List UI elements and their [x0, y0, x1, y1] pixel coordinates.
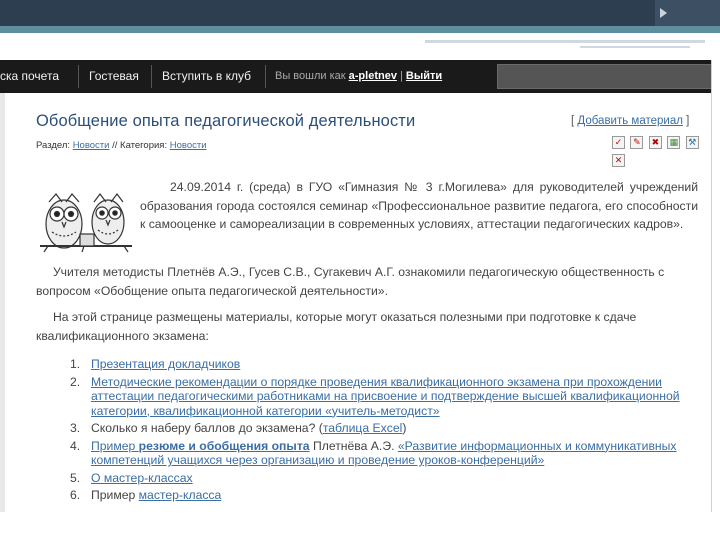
logout-link[interactable]: Выйти — [406, 70, 442, 82]
login-status: Вы вошли как a-pletnev | Выйти — [275, 60, 442, 93]
admin-toolbar: ✓ ✎ ✖ ▦ ⚒ ✕ — [612, 136, 711, 167]
nav-divider — [151, 65, 152, 88]
nav-divider — [265, 65, 266, 88]
list-item: 2. Методические рекомендации о порядке п… — [70, 375, 700, 419]
page-title: Обобщение опыта педагогической деятельно… — [36, 112, 416, 130]
owls-illustration — [40, 193, 132, 253]
chart-icon[interactable]: ▦ — [667, 136, 681, 149]
close-icon[interactable]: ✕ — [612, 154, 625, 167]
login-status-prefix: Вы вошли как — [275, 70, 346, 82]
intro-paragraph: 24.09.2014 г. (среда) в ГУО «Гимназия № … — [140, 178, 698, 234]
breadcrumb-section-link[interactable]: Новости — [73, 140, 110, 151]
breadcrumb-category-label: Категория: — [120, 140, 168, 151]
list-item: 4. Пример резюме и обобщения опыта Плетн… — [70, 439, 700, 468]
materials-list: 1. Презентация докладчиков 2. Методическ… — [70, 357, 700, 506]
add-material: [ Добавить материал ] — [571, 115, 689, 127]
guidelines-link[interactable]: Методические рекомендации о порядке пров… — [91, 375, 680, 418]
list-number: 2. — [70, 374, 81, 389]
list-number: 4. — [70, 438, 81, 453]
list-item: 5. О мастер-классах — [70, 471, 700, 486]
slide-header-stripe — [0, 26, 720, 33]
slide-decor-line — [580, 46, 690, 48]
score-question-close: ) — [402, 421, 407, 435]
edit-icon[interactable]: ✎ — [630, 136, 644, 149]
intro-text: 24.09.2014 г. (среда) в ГУО «Гимназия № … — [140, 180, 698, 231]
teachers-paragraph: Учителя методисты Плетнёв А.Э., Гусев С.… — [36, 263, 698, 300]
nav-item-join-club[interactable]: Вступить в клуб — [162, 60, 251, 93]
top-navbar: ска почета Гостевая Вступить в клуб Вы в… — [0, 60, 711, 93]
breadcrumb-category-link[interactable]: Новости — [170, 140, 207, 151]
left-border — [0, 93, 5, 512]
presentation-link[interactable]: Презентация докладчиков — [91, 357, 240, 371]
breadcrumb-divider: // — [112, 140, 118, 151]
list-number: 3. — [70, 421, 81, 435]
list-item: 3. Сколько я наберу баллов до экзамена? … — [70, 421, 700, 436]
nav-item-guestbook[interactable]: Гостевая — [89, 60, 139, 93]
search-box[interactable] — [497, 64, 711, 89]
example-link-prefix: Пример — [91, 438, 139, 453]
materials-intro-text: На этой странице размещены материалы, ко… — [36, 310, 637, 343]
teachers-text: Учителя методисты Плетнёв А.Э., Гусев С.… — [36, 265, 665, 298]
nav-item-honor-board[interactable]: ска почета — [0, 60, 59, 93]
delete-icon[interactable]: ✖ — [648, 136, 662, 149]
example-text: Пример — [91, 488, 139, 502]
resume-link-bold: резюме и обобщения опыта — [138, 438, 310, 453]
list-item: 1. Презентация докладчиков — [70, 357, 700, 372]
slide-header-bar — [0, 0, 720, 26]
author-text: Плетнёва А.Э. — [309, 438, 398, 453]
user-link[interactable]: a-pletnev — [349, 70, 397, 82]
breadcrumb-section-label: Раздел: — [36, 140, 71, 151]
breadcrumb: Раздел: Новости // Категория: Новости — [36, 140, 207, 151]
wrench-icon[interactable]: ⚒ — [685, 136, 699, 149]
score-question-text: Сколько я наберу баллов до экзамена? ( — [91, 421, 323, 435]
excel-table-link[interactable]: таблица Excel — [323, 421, 403, 435]
list-number: 5. — [70, 470, 81, 485]
list-number: 6. — [70, 488, 81, 502]
master-classes-link[interactable]: О мастер-классах — [91, 471, 193, 485]
master-class-link[interactable]: мастер-класса — [139, 488, 222, 502]
add-material-link[interactable]: Добавить материал — [577, 115, 683, 127]
slide-decor-line — [425, 40, 705, 43]
list-item: 6. Пример мастер-класса — [70, 488, 700, 503]
slide-arrow-icon — [660, 8, 667, 18]
nav-divider — [78, 65, 79, 88]
bracket-close: ] — [686, 115, 690, 127]
status-separator: | — [400, 70, 403, 82]
red-check-icon[interactable]: ✓ — [612, 136, 625, 149]
website-screenshot: ска почета Гостевая Вступить в клуб Вы в… — [0, 60, 712, 512]
materials-intro-paragraph: На этой странице размещены материалы, ко… — [36, 308, 698, 345]
bracket-open: [ — [571, 115, 575, 127]
example-link[interactable]: Пример резюме и обобщения опыта — [91, 439, 310, 453]
list-number: 1. — [70, 357, 81, 371]
